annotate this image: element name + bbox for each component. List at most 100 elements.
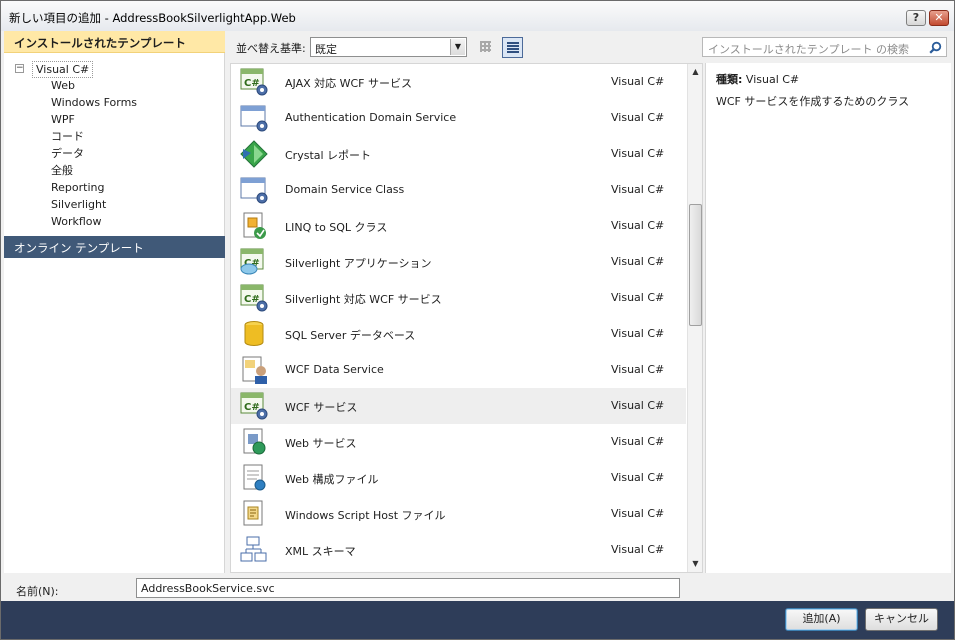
- database-icon: [244, 321, 264, 346]
- template-row[interactable]: Domain Service Class Visual C#: [231, 172, 686, 208]
- script-file-icon: [243, 500, 263, 526]
- template-category-pane: インストールされたテンプレート − Visual C# Web Windows F…: [4, 31, 225, 573]
- template-language: Visual C#: [611, 111, 665, 124]
- add-button[interactable]: 追加(A): [785, 608, 858, 631]
- detail-type-value: Visual C#: [745, 73, 800, 86]
- template-name: Silverlight アプリケーション: [285, 257, 432, 270]
- template-language: Visual C#: [611, 327, 665, 340]
- wcf-service-icon: C#: [240, 392, 268, 420]
- sort-label: 並べ替え基準:: [236, 42, 306, 55]
- wcf-service-icon: C#: [240, 68, 268, 96]
- domain-service-icon: [240, 177, 268, 204]
- template-row[interactable]: XML スキーマ Visual C#: [231, 532, 686, 568]
- template-list: C# AJAX 対応 WCF サービス Visual C# Authenticatio…: [230, 63, 703, 573]
- template-name: XML スキーマ: [285, 545, 356, 558]
- detail-description: WCF サービスを作成するためのクラス: [716, 95, 910, 108]
- template-language: Visual C#: [611, 183, 665, 196]
- template-name: Windows Script Host ファイル: [285, 509, 446, 522]
- tree-item[interactable]: Reporting: [51, 181, 137, 198]
- tree-item[interactable]: 全般: [51, 164, 137, 181]
- detail-type: 種類: Visual C#: [716, 71, 799, 87]
- template-language: Visual C#: [611, 291, 665, 304]
- template-row[interactable]: Web 構成ファイル Visual C#: [231, 460, 686, 496]
- template-row[interactable]: WCF Data Service Visual C#: [231, 352, 686, 388]
- tree-children: Web Windows Forms WPF コード データ 全般 Reporting Silv…: [51, 79, 137, 232]
- crystal-report-icon: [240, 140, 268, 168]
- template-language: Visual C#: [611, 507, 665, 520]
- name-label: 名前(N):: [16, 585, 59, 598]
- tree-item[interactable]: WPF: [51, 113, 137, 130]
- template-row[interactable]: C# WCF サービス Visual C#: [231, 388, 686, 424]
- template-name: Domain Service Class: [285, 183, 405, 196]
- small-icons-view-button[interactable]: [476, 37, 497, 58]
- template-language: Visual C#: [611, 399, 665, 412]
- scroll-down-icon[interactable]: ▼: [688, 556, 702, 572]
- template-language: Visual C#: [611, 543, 665, 556]
- template-row[interactable]: Windows Script Host ファイル Visual C#: [231, 496, 686, 532]
- web-service-icon: [243, 428, 266, 455]
- template-toolbar: 並べ替え基準: 既定 ▼ インストールされたテンプレート の検索: [229, 31, 951, 63]
- sort-value: 既定: [315, 43, 337, 56]
- template-language: Visual C#: [611, 435, 665, 448]
- chevron-down-icon[interactable]: ▼: [450, 39, 465, 55]
- title-bar: 新しい項目の追加 - AddressBookSilverlightApp.Web…: [1, 1, 954, 31]
- template-language: Visual C#: [611, 363, 665, 376]
- template-row[interactable]: LINQ to SQL クラス Visual C#: [231, 208, 686, 244]
- silverlight-app-icon: C#: [240, 248, 264, 275]
- scroll-thumb[interactable]: [689, 204, 702, 326]
- dialog-footer: 追加(A) キャンセル: [1, 601, 954, 639]
- list-view-icon: [507, 42, 519, 54]
- template-language: Visual C#: [611, 75, 665, 88]
- template-row[interactable]: Authentication Domain Service Visual C#: [231, 100, 686, 136]
- template-search-input[interactable]: インストールされたテンプレート の検索: [702, 37, 947, 57]
- list-scrollbar[interactable]: ▲ ▼: [687, 64, 702, 572]
- grid-view-icon: [480, 41, 491, 52]
- collapse-icon[interactable]: −: [15, 64, 24, 73]
- name-row: 名前(N):: [1, 573, 954, 601]
- cancel-button[interactable]: キャンセル: [865, 608, 938, 631]
- template-language: Visual C#: [611, 255, 665, 268]
- template-name: Web 構成ファイル: [285, 473, 379, 486]
- template-row[interactable]: C# AJAX 対応 WCF サービス Visual C#: [231, 64, 686, 100]
- tree-item[interactable]: Silverlight: [51, 198, 137, 215]
- tree-item[interactable]: Windows Forms: [51, 96, 137, 113]
- list-view-button[interactable]: [502, 37, 523, 58]
- template-name: LINQ to SQL クラス: [285, 221, 388, 234]
- template-name: WCF Data Service: [285, 363, 384, 376]
- xml-schema-icon: [240, 536, 267, 562]
- search-placeholder: インストールされたテンプレート の検索: [708, 43, 909, 56]
- close-button[interactable]: ✕: [929, 10, 949, 26]
- linq-to-sql-icon: [243, 212, 266, 239]
- tree-item[interactable]: Workflow: [51, 215, 137, 232]
- template-row[interactable]: C# Silverlight アプリケーション Visual C#: [231, 244, 686, 280]
- search-icon[interactable]: [929, 41, 942, 54]
- template-row[interactable]: C# Silverlight 対応 WCF サービス Visual C#: [231, 280, 686, 316]
- installed-templates-header[interactable]: インストールされたテンプレート: [4, 31, 225, 53]
- template-language: Visual C#: [611, 471, 665, 484]
- template-row[interactable]: Web サービス Visual C#: [231, 424, 686, 460]
- tree-item-visual-csharp[interactable]: Visual C#: [32, 61, 94, 78]
- template-row[interactable]: Crystal レポート Visual C#: [231, 136, 686, 172]
- tree-item[interactable]: Web: [51, 79, 137, 96]
- template-name: Silverlight 対応 WCF サービス: [285, 293, 442, 306]
- wcf-service-icon: C#: [240, 284, 268, 312]
- name-input[interactable]: [136, 578, 680, 598]
- template-name: Web サービス: [285, 437, 357, 450]
- template-row[interactable]: SQL Server データベース Visual C#: [231, 316, 686, 352]
- template-name: AJAX 対応 WCF サービス: [285, 77, 413, 90]
- online-templates-header[interactable]: オンライン テンプレート: [4, 236, 225, 258]
- template-name: Crystal レポート: [285, 149, 372, 162]
- help-button[interactable]: ?: [906, 10, 926, 26]
- scroll-up-icon[interactable]: ▲: [688, 64, 702, 80]
- window-title: 新しい項目の追加 - AddressBookSilverlightApp.Web: [9, 11, 296, 25]
- data-service-icon: [242, 356, 267, 384]
- detail-type-label: 種類:: [716, 73, 743, 86]
- sort-dropdown[interactable]: 既定 ▼: [310, 37, 467, 57]
- add-new-item-dialog: 新しい項目の追加 - AddressBookSilverlightApp.Web…: [0, 0, 955, 640]
- template-name: SQL Server データベース: [285, 329, 416, 342]
- template-name: Authentication Domain Service: [285, 111, 457, 124]
- tree-item[interactable]: データ: [51, 147, 137, 164]
- template-detail-pane: 種類: Visual C# WCF サービスを作成するためのクラス: [705, 63, 951, 573]
- tree-item[interactable]: コード: [51, 130, 137, 147]
- template-name: WCF サービス: [285, 401, 358, 414]
